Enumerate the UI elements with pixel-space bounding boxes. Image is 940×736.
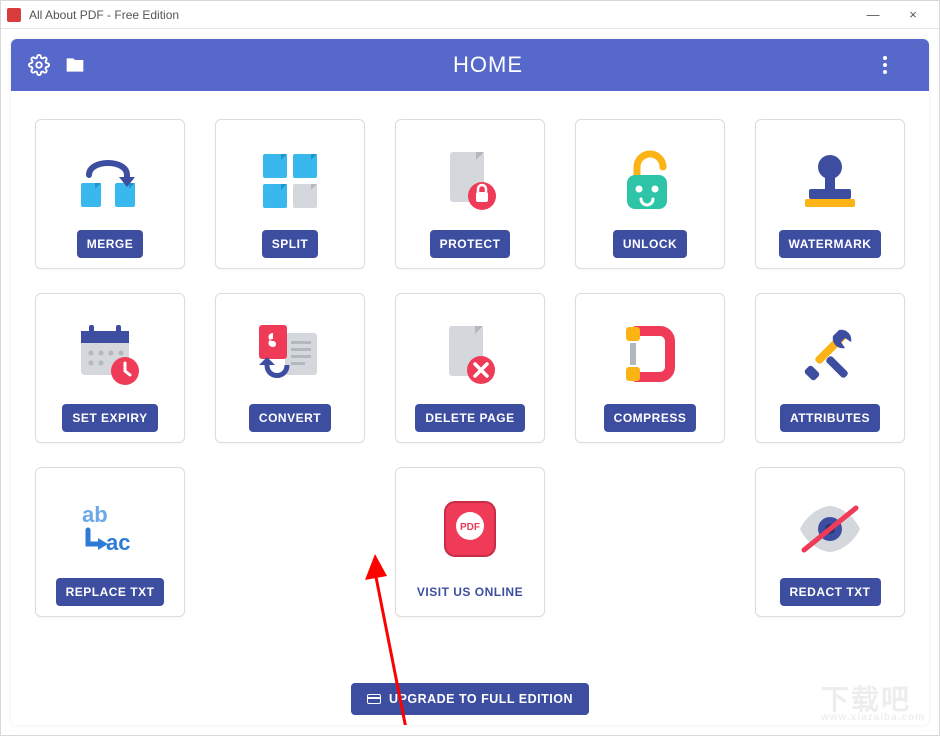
card-label: SPLIT	[262, 230, 319, 258]
app-window: All About PDF - Free Edition — × HOME	[0, 0, 940, 736]
close-button[interactable]: ×	[893, 7, 933, 22]
card-label: DELETE PAGE	[415, 404, 524, 432]
delete-page-icon	[441, 322, 499, 388]
card-unlock[interactable]: UNLOCK	[575, 119, 725, 269]
stamp-icon	[799, 151, 861, 211]
watermark: 下载吧 www.xiazaiba.com	[821, 678, 925, 723]
hide-eye-icon	[794, 502, 866, 556]
settings-button[interactable]	[21, 47, 57, 83]
content-wrap: HOME	[1, 29, 939, 735]
svg-text:ac: ac	[106, 530, 130, 555]
dots-vertical-icon	[883, 56, 887, 74]
folder-icon	[63, 55, 87, 75]
card-label: CONVERT	[249, 404, 331, 432]
card-icon	[367, 694, 381, 704]
convert-icon	[255, 323, 325, 387]
page-title: HOME	[93, 52, 883, 78]
replace-text-icon: ab ac	[78, 500, 142, 558]
window-title: All About PDF - Free Edition	[29, 8, 853, 22]
card-watermark[interactable]: WATERMARK	[755, 119, 905, 269]
card-replace-txt[interactable]: ab ac REPLACE TXT	[35, 467, 185, 617]
menu-button[interactable]	[883, 56, 919, 74]
card-label: WATERMARK	[779, 230, 882, 258]
card-attributes[interactable]: ATTRIBUTES	[755, 293, 905, 443]
card-delete-page[interactable]: DELETE PAGE	[395, 293, 545, 443]
card-label: REDACT TXT	[780, 578, 881, 606]
card-label: PROTECT	[430, 230, 511, 258]
protect-icon	[440, 148, 500, 214]
card-label: VISIT US ONLINE	[407, 578, 533, 606]
svg-text:ab: ab	[82, 502, 108, 527]
card-compress[interactable]: COMPRESS	[575, 293, 725, 443]
titlebar: All About PDF - Free Edition — ×	[1, 1, 939, 29]
footer: UPGRADE TO FULL EDITION	[11, 677, 929, 725]
card-redact-txt[interactable]: REDACT TXT	[755, 467, 905, 617]
card-merge[interactable]: MERGE	[35, 119, 185, 269]
tools-area: MERGE SPLIT	[11, 91, 929, 677]
app-header: HOME	[11, 39, 929, 91]
card-label: ATTRIBUTES	[780, 404, 880, 432]
tools-grid: MERGE SPLIT	[51, 119, 889, 617]
card-label: SET EXPIRY	[62, 404, 157, 432]
card-split[interactable]: SPLIT	[215, 119, 365, 269]
unlock-icon	[621, 149, 679, 213]
minimize-button[interactable]: —	[853, 7, 893, 22]
empty-slot	[215, 467, 365, 617]
card-label: REPLACE TXT	[56, 578, 165, 606]
empty-slot	[575, 467, 725, 617]
app-icon	[7, 8, 21, 22]
card-visit-online[interactable]: PDF VISIT US ONLINE	[395, 467, 545, 617]
card-set-expiry[interactable]: SET EXPIRY	[35, 293, 185, 443]
merge-icon	[75, 151, 145, 211]
card-label: MERGE	[77, 230, 144, 258]
card-convert[interactable]: CONVERT	[215, 293, 365, 443]
tools-icon	[799, 324, 861, 386]
svg-text:PDF: PDF	[460, 522, 480, 533]
upgrade-button[interactable]: UPGRADE TO FULL EDITION	[351, 683, 589, 715]
split-icon	[259, 150, 321, 212]
card-label: COMPRESS	[604, 404, 697, 432]
card-protect[interactable]: PROTECT	[395, 119, 545, 269]
upgrade-label: UPGRADE TO FULL EDITION	[389, 692, 573, 706]
app-surface: HOME	[11, 39, 929, 725]
open-folder-button[interactable]	[57, 47, 93, 83]
gear-icon	[28, 54, 50, 76]
clamp-icon	[622, 323, 678, 387]
pdf-badge-icon: PDF	[437, 496, 503, 562]
calendar-clock-icon	[77, 323, 143, 387]
card-label: UNLOCK	[613, 230, 687, 258]
